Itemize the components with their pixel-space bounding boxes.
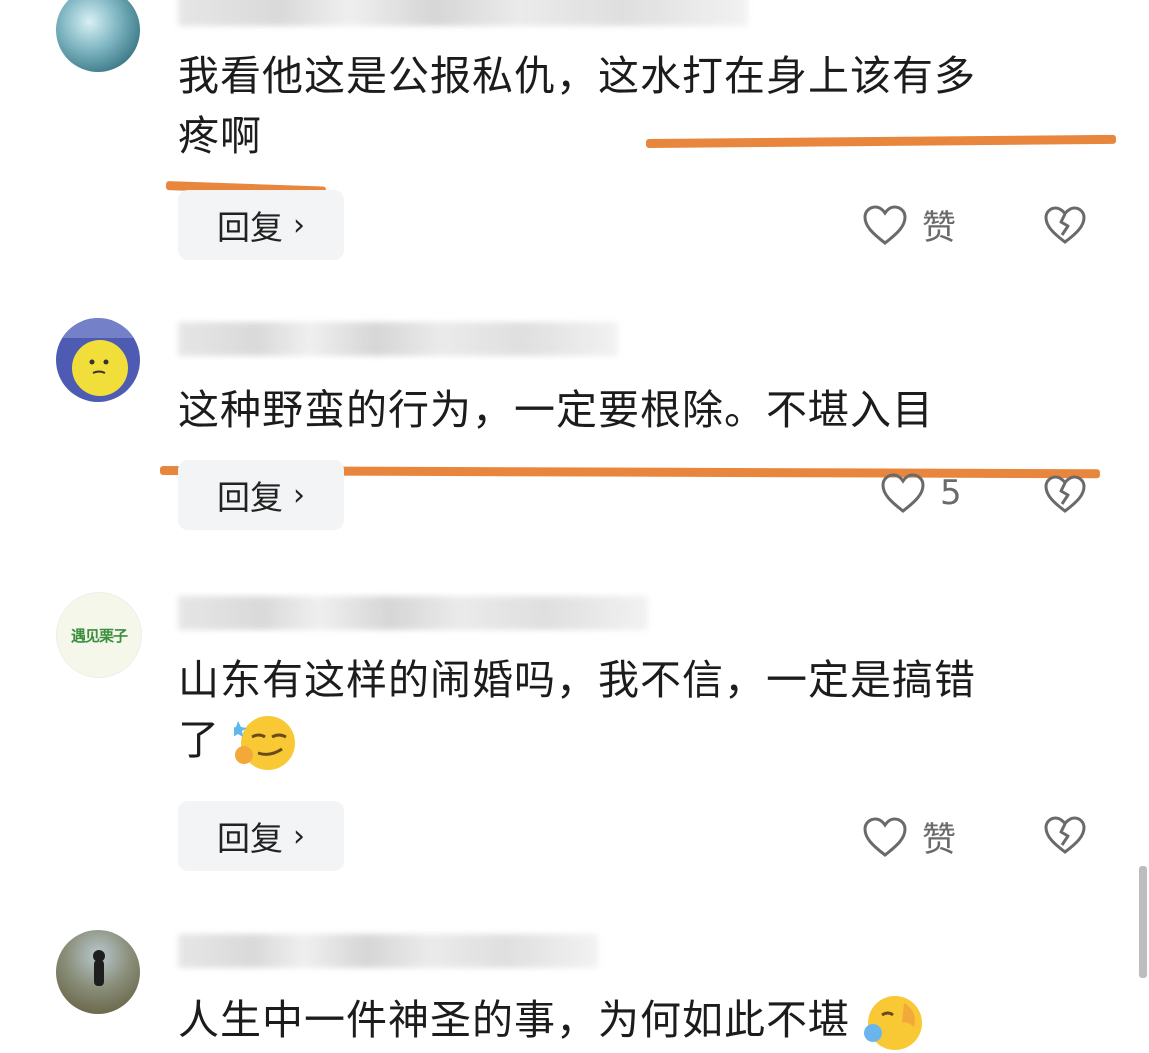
scrollbar[interactable] <box>1139 866 1147 978</box>
like-count: 5 <box>940 473 962 513</box>
chevron-right-icon: › <box>293 818 305 854</box>
comment-text: 我看他这是公报私仇，这水打在身上该有多 疼啊 <box>178 46 1108 166</box>
reply-label: 回复 <box>217 819 283 858</box>
comment-text-line: 山东有这样的闹婚吗，我不信，一定是搞错 <box>178 656 976 704</box>
reply-label: 回复 <box>217 208 283 247</box>
chevron-right-icon: › <box>293 207 305 243</box>
broken-heart-icon[interactable] <box>1043 815 1087 855</box>
comment-text: 人生中一件神圣的事，为何如此不堪 <box>178 990 1108 1053</box>
avatar[interactable] <box>56 318 140 402</box>
username-redacted <box>178 596 648 630</box>
avatar-figure-icon <box>93 950 105 986</box>
like-label: 赞 <box>922 208 956 248</box>
username-redacted <box>178 0 748 26</box>
avatar-face-icon <box>56 318 140 396</box>
like-button[interactable]: 赞 <box>862 812 956 861</box>
chevron-right-icon: › <box>293 477 305 513</box>
reply-button[interactable]: 回复 › <box>178 190 344 260</box>
face-with-hand-emoji <box>864 996 923 1050</box>
username-redacted <box>178 934 598 968</box>
username-redacted <box>178 322 618 356</box>
avatar[interactable] <box>56 0 140 72</box>
like-button[interactable]: 赞 <box>862 200 956 249</box>
comment-text-line: 这种野蛮的行为，一定要根除。不堪入目 <box>178 386 934 434</box>
comment-text-line: 了 <box>178 716 220 764</box>
avatar-text: 遇见栗子 <box>70 626 128 645</box>
comment-text-line: 疼啊 <box>178 112 262 160</box>
smirking-face-emoji <box>234 716 296 770</box>
heart-icon <box>863 204 907 245</box>
broken-heart-icon[interactable] <box>1043 474 1087 514</box>
avatar[interactable]: 遇见栗子 <box>56 592 142 678</box>
avatar[interactable] <box>56 930 140 1014</box>
heart-icon <box>863 816 907 857</box>
comment-text: 这种野蛮的行为，一定要根除。不堪入目 <box>178 380 1108 440</box>
comment-text: 山东有这样的闹婚吗，我不信，一定是搞错 了 <box>178 650 1108 773</box>
like-button[interactable]: 5 <box>880 472 962 514</box>
comment-text-line: 人生中一件神圣的事，为何如此不堪 <box>178 996 850 1044</box>
comment-text-line: 我看他这是公报私仇，这水打在身上该有多 <box>178 52 976 100</box>
broken-heart-icon[interactable] <box>1043 205 1087 245</box>
reply-button[interactable]: 回复 › <box>178 460 344 530</box>
heart-icon <box>881 473 925 513</box>
reply-label: 回复 <box>217 478 283 517</box>
reply-button[interactable]: 回复 › <box>178 801 344 871</box>
like-label: 赞 <box>922 820 956 860</box>
